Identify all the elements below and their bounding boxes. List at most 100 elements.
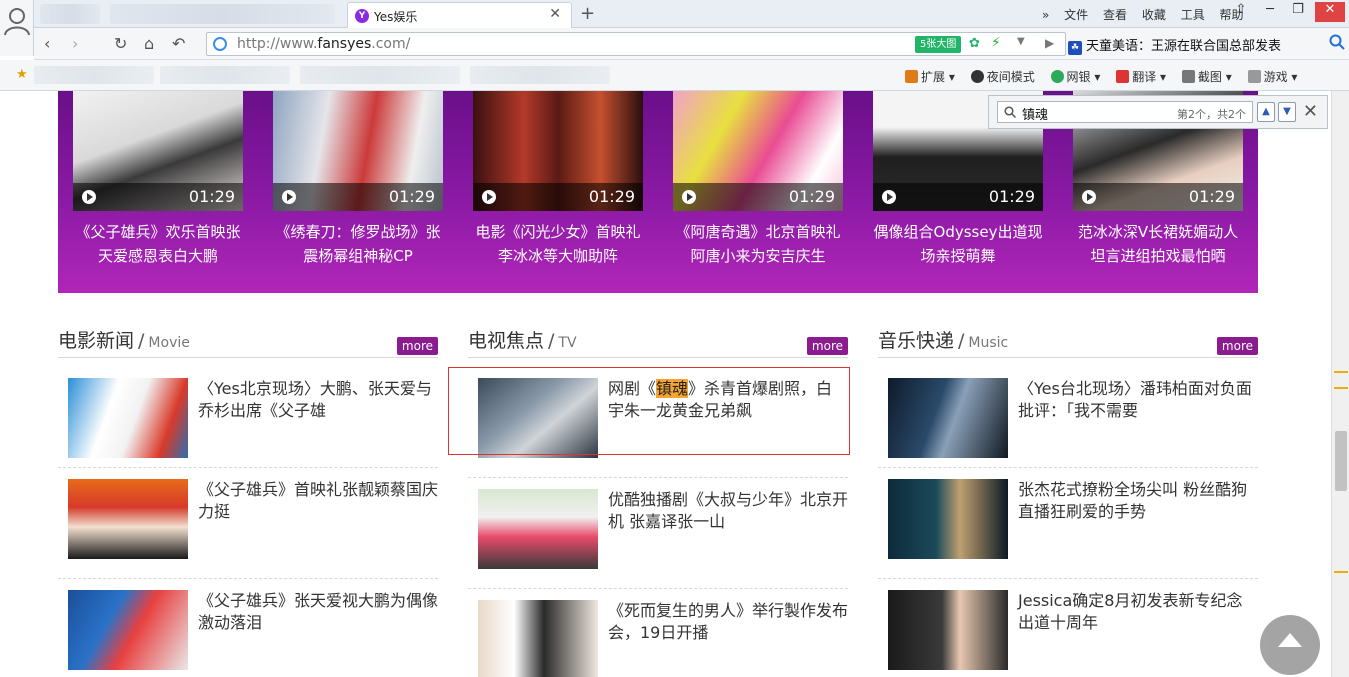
active-tab[interactable]: Y Yes娱乐 ✕ [347, 2, 572, 28]
video-caption[interactable]: 《阿唐奇遇》北京首映礼 阿唐小来为安吉庆生 [673, 220, 843, 268]
video-thumbnail[interactable]: 01:29 [73, 91, 243, 211]
video-caption[interactable]: 《绣春刀：修罗战场》张震杨幂组神秘CP [273, 220, 443, 268]
news-title[interactable]: 《父子雄兵》首映礼张靓颖蔡国庆力挺 [198, 479, 438, 523]
video-caption[interactable]: 电影《闪光少女》首映礼 李冰冰等大咖助阵 [473, 220, 643, 268]
video-card[interactable]: 01:29 《阿唐奇遇》北京首映礼 阿唐小来为安吉庆生 [673, 91, 843, 268]
search-icon [1004, 106, 1016, 118]
play-icon[interactable] [1082, 190, 1096, 204]
news-thumbnail[interactable] [478, 600, 598, 677]
music-express-section: 音乐快递 / Music more 〈Yes台北现场〉潘玮柏面对负面批评：「我不需要… [878, 324, 1258, 670]
user-avatar[interactable] [0, 0, 34, 56]
yes-favicon-icon: Y [355, 9, 369, 23]
play-icon[interactable] [882, 190, 896, 204]
find-input[interactable]: 镇魂 第2个，共2个 [997, 101, 1253, 123]
new-tab-button[interactable]: + [580, 3, 595, 24]
find-next-button[interactable]: ▼ [1278, 102, 1296, 122]
news-thumbnail[interactable] [888, 378, 1008, 458]
forward-icon[interactable]: › [72, 34, 78, 53]
find-close-icon[interactable]: ✕ [1303, 101, 1318, 122]
news-title[interactable]: 《死而复生的男人》举行製作发布会，19日开播 [608, 600, 848, 644]
news-title[interactable]: 《父子雄兵》张天爱视大鹏为偶像激动落泪 [198, 590, 438, 634]
go-icon[interactable]: ▶ [1045, 36, 1054, 50]
games-button[interactable]: 游戏 ▾ [1247, 70, 1297, 84]
address-bar[interactable]: http://www.fansyes.com/ 5张大图 ✿ ⚡ ▼ ▶ [206, 32, 1066, 56]
skin-icon[interactable]: ⇧ [1228, 2, 1254, 22]
star-icon[interactable]: ★ [16, 67, 28, 82]
video-caption[interactable]: 《父子雄兵》欢乐首映张天爱感恩表白大鹏 [73, 220, 243, 268]
night-mode-button[interactable]: 夜间模式 [970, 70, 1035, 84]
video-caption[interactable]: 范冰冰深V长裙妩媚动人 坦言进组拍戏最怕晒 [1073, 220, 1243, 268]
blurred-tab[interactable] [40, 4, 100, 24]
close-window-button[interactable]: ✕ [1315, 2, 1345, 22]
news-thumbnail[interactable] [888, 590, 1008, 670]
video-card[interactable]: 01:29 《绣春刀：修罗战场》张震杨幂组神秘CP [273, 91, 443, 268]
video-thumbnail[interactable]: 01:29 [473, 91, 643, 211]
blurred-bookmark[interactable] [300, 66, 460, 84]
security-icon[interactable]: ✿ [969, 36, 980, 51]
tab-bar: Y Yes娱乐 ✕ + » 文件 查看 收藏 工具 帮助 ⇧ ─ ❐ ✕ [0, 0, 1349, 28]
back-to-top-button[interactable] [1260, 615, 1320, 675]
undo-icon[interactable]: ↶ [172, 34, 185, 53]
news-thumbnail[interactable] [68, 479, 188, 559]
bank-button[interactable]: 网银 ▾ [1050, 70, 1100, 84]
play-icon[interactable] [682, 190, 696, 204]
menu-favorites[interactable]: 收藏 [1142, 8, 1166, 22]
play-icon[interactable] [282, 190, 296, 204]
bigpic-button[interactable]: 5张大图 [915, 36, 962, 53]
video-thumbnail[interactable]: 01:29 [673, 91, 843, 211]
back-icon[interactable]: ‹ [44, 34, 50, 53]
more-button[interactable]: more [806, 337, 848, 355]
blurred-bookmark[interactable] [34, 66, 154, 84]
play-icon[interactable] [482, 190, 496, 204]
video-card[interactable]: 01:29 电影《闪光少女》首映礼 李冰冰等大咖助阵 [473, 91, 643, 268]
news-ticker[interactable]: ☘ 天童美语：王源在联合国总部发表 [1068, 35, 1281, 55]
menu-tools[interactable]: 工具 [1181, 8, 1205, 22]
menu-view[interactable]: 查看 [1103, 8, 1127, 22]
video-caption[interactable]: 偶像组合Odyssey出道现场亲授萌舞 [873, 220, 1043, 268]
restore-button[interactable]: ❐ [1285, 2, 1311, 22]
page-scrollbar[interactable] [1331, 91, 1349, 677]
blurred-bookmark[interactable] [470, 66, 610, 84]
refresh-icon[interactable]: ↻ [114, 34, 127, 53]
news-thumbnail[interactable] [888, 479, 1008, 559]
more-button[interactable]: more [396, 337, 438, 355]
video-thumbnail[interactable]: 01:29 [273, 91, 443, 211]
more-button[interactable]: more [1216, 337, 1258, 355]
home-icon[interactable]: ⌂ [144, 34, 154, 53]
news-title[interactable]: 优酷独播剧《大叔与少年》北京开机 张嘉译张一山 [608, 489, 848, 533]
video-card[interactable]: 01:29 《父子雄兵》欢乐首映张天爱感恩表白大鹏 [73, 91, 243, 268]
section-header: 电视焦点 / TV more [468, 324, 848, 358]
menu-chevron-icon[interactable]: » [1042, 8, 1049, 22]
blurred-tab[interactable] [110, 4, 335, 24]
minimize-button[interactable]: ─ [1257, 2, 1283, 22]
news-title[interactable]: 张杰花式撩粉全场尖叫 粉丝酷狗直播狂刷爱的手势 [1018, 479, 1258, 523]
news-title[interactable]: 〈Yes台北现场〉潘玮柏面对负面批评：「我不需要 [1018, 378, 1258, 422]
extensions-button[interactable]: 扩展 ▾ [905, 70, 955, 84]
find-term: 镇魂 [1022, 108, 1049, 123]
video-duration: 01:29 [388, 187, 435, 206]
news-thumbnail[interactable] [478, 489, 598, 569]
browser-menu: » 文件 查看 收藏 工具 帮助 [1042, 6, 1255, 23]
news-thumbnail[interactable] [68, 590, 188, 670]
blurred-bookmark[interactable] [160, 66, 290, 84]
video-duration: 01:29 [1188, 187, 1235, 206]
scrollbar-thumb[interactable] [1335, 431, 1347, 491]
news-title[interactable]: Jessica确定8月初发表新专纪念出道十周年 [1018, 590, 1258, 634]
translate-button[interactable]: 翻译 ▾ [1116, 70, 1166, 84]
tv-focus-section: 电视焦点 / TV more 网剧《镇魂》杀青首爆剧照，白宇朱一龙黄金兄弟飙 优酷独… [468, 324, 848, 677]
search-icon[interactable] [1329, 34, 1345, 50]
find-previous-button[interactable]: ▲ [1257, 102, 1275, 122]
news-title[interactable]: 〈Yes北京现场〉大鹏、张天爱与乔杉出席《父子雄 [198, 378, 438, 422]
dropdown-icon[interactable]: ▼ [1017, 36, 1025, 47]
lightning-icon[interactable]: ⚡ [991, 35, 1001, 51]
url-text[interactable]: http://www.fansyes.com/ [237, 36, 410, 52]
find-count: 第2个，共2个 [1177, 108, 1246, 121]
menu-file[interactable]: 文件 [1064, 8, 1088, 22]
movie-news-section: 电影新闻 / Movie more 〈Yes北京现场〉大鹏、张天爱与乔杉出席《父子雄… [58, 324, 438, 670]
bookmark-bar: ★ 扩展 ▾ 夜间模式 网银 ▾ 翻译 ▾ 截图 ▾ 游戏 ▾ [0, 60, 1349, 91]
news-thumbnail[interactable] [68, 378, 188, 458]
video-duration: 01:29 [988, 187, 1035, 206]
screenshot-button[interactable]: 截图 ▾ [1181, 70, 1232, 84]
play-icon[interactable] [82, 190, 96, 204]
close-tab-icon[interactable]: ✕ [549, 6, 561, 22]
